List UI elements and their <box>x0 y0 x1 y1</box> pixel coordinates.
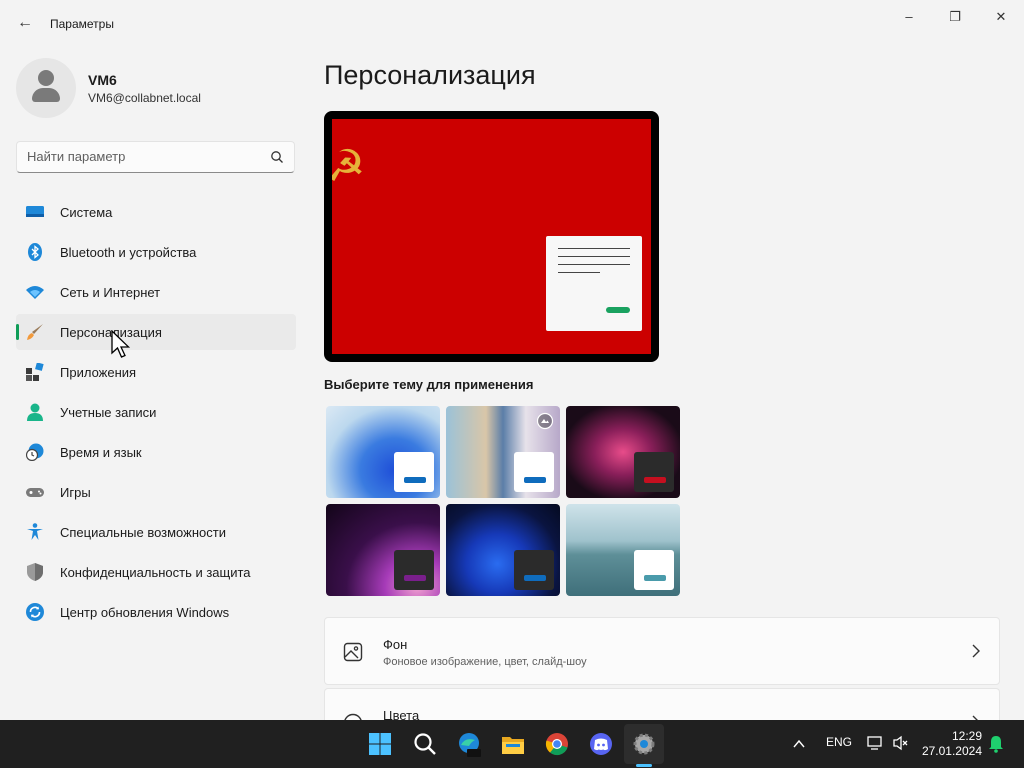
apps-icon <box>26 363 44 381</box>
theme-tile-windows-dark[interactable] <box>446 504 560 596</box>
chrome-icon[interactable] <box>541 728 573 760</box>
sidebar-item-accounts[interactable]: Учетные записи <box>16 394 296 430</box>
sidebar-item-apps[interactable]: Приложения <box>16 354 296 390</box>
sidebar-item-time-language[interactable]: Время и язык <box>16 434 296 470</box>
search-box[interactable] <box>16 141 295 173</box>
clock-date: 27.01.2024 <box>921 744 982 758</box>
discord-icon[interactable] <box>585 728 617 760</box>
page-title: Персонализация <box>324 60 536 90</box>
sidebar-item-gaming[interactable]: Игры <box>16 474 296 510</box>
mouse-cursor <box>111 330 131 358</box>
clock[interactable]: 12:29 27.01.2024 <box>922 729 982 759</box>
search-input[interactable] <box>27 149 267 164</box>
theme-preview: ☭ <box>324 111 659 362</box>
clock-time: 12:29 <box>951 729 982 743</box>
theme-tile-flow[interactable] <box>566 504 680 596</box>
sidebar-item-system[interactable]: Система <box>16 194 296 230</box>
theme-tile-captured-motion[interactable] <box>566 406 680 498</box>
notification-bell-icon[interactable] <box>988 735 1004 753</box>
account-icon <box>27 403 43 421</box>
avatar <box>16 58 76 118</box>
shield-icon <box>27 563 43 581</box>
sidebar-item-privacy[interactable]: Конфиденциальность и защита <box>16 554 296 590</box>
speaker-muted-icon[interactable] <box>892 734 910 752</box>
main-content: Персонализация ☭ Выберите тему для приме… <box>324 0 1004 728</box>
active-indicator <box>16 324 19 340</box>
file-explorer-icon[interactable] <box>497 728 529 760</box>
slideshow-icon <box>536 412 554 430</box>
settings-icon[interactable] <box>628 728 660 760</box>
search-icon[interactable] <box>409 728 441 760</box>
edge-icon[interactable] <box>453 728 485 760</box>
sidebar-item-personalization[interactable]: Персонализация <box>16 314 296 350</box>
card-subtitle: Фоновое изображение, цвет, слайд-шоу <box>383 656 587 668</box>
window-title: Параметры <box>50 17 114 31</box>
start-icon[interactable] <box>364 728 396 760</box>
theme-tile-glow[interactable] <box>446 406 560 498</box>
chevron-up-icon[interactable] <box>792 738 806 750</box>
themes-label: Выберите тему для применения <box>324 377 534 392</box>
chevron-right-icon <box>972 644 980 658</box>
wallpaper-preview: ☭ <box>332 119 651 354</box>
bluetooth-icon <box>28 243 42 261</box>
card-title: Фон <box>383 637 408 652</box>
back-arrow-icon[interactable]: ← <box>14 12 36 34</box>
gamepad-icon <box>26 488 44 497</box>
preview-window <box>546 236 642 331</box>
image-icon <box>343 642 363 662</box>
user-email: VM6@collabnet.local <box>88 91 201 105</box>
system-icon <box>26 206 44 217</box>
network-icon[interactable] <box>866 734 884 752</box>
sidebar-item-bluetooth[interactable]: Bluetooth и устройства <box>16 234 296 270</box>
active-app-indicator <box>636 764 652 767</box>
sidebar-item-windows-update[interactable]: Центр обновления Windows <box>16 594 296 630</box>
update-icon <box>26 603 44 621</box>
wifi-icon <box>26 286 44 299</box>
theme-tile-sunrise[interactable] <box>326 504 440 596</box>
theme-grid <box>324 406 684 598</box>
user-name: VM6 <box>88 72 117 88</box>
hammer-sickle-icon: ☭ <box>332 142 366 191</box>
sidebar-item-network[interactable]: Сеть и Интернет <box>16 274 296 310</box>
search-icon <box>271 151 283 163</box>
language-indicator[interactable]: ENG <box>826 735 852 749</box>
theme-tile-windows-light[interactable] <box>326 406 440 498</box>
sidebar-item-accessibility[interactable]: Специальные возможности <box>16 514 296 550</box>
time-language-icon <box>26 443 44 461</box>
brush-icon <box>27 324 43 340</box>
user-profile[interactable]: VM6 VM6@collabnet.local <box>16 58 296 118</box>
sidebar-nav: Система Bluetooth и устройства Сеть и Ин… <box>16 194 296 634</box>
taskbar: ENG 12:29 27.01.2024 <box>0 720 1024 768</box>
accessibility-icon <box>27 523 43 540</box>
background-settings-card[interactable]: Фон Фоновое изображение, цвет, слайд-шоу <box>324 617 1000 685</box>
